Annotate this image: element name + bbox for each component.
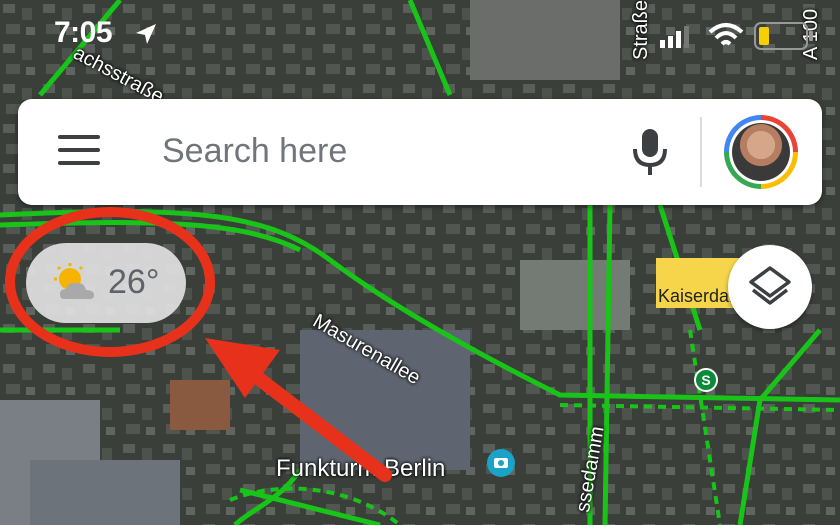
wifi-icon <box>708 23 744 46</box>
status-time: 7:05 <box>54 16 113 49</box>
divider <box>700 117 702 187</box>
search-input[interactable]: Search here <box>162 132 347 171</box>
microphone-icon[interactable] <box>630 127 670 177</box>
weather-chip[interactable]: 26° <box>26 243 186 323</box>
partly-sunny-icon <box>54 263 94 299</box>
location-arrow-icon <box>136 24 156 44</box>
battery-icon <box>754 22 813 50</box>
station-badge: S <box>701 372 710 388</box>
profile-photo <box>732 123 790 181</box>
menu-icon[interactable] <box>58 135 100 167</box>
search-bar[interactable]: Search here <box>18 99 822 205</box>
layers-button[interactable] <box>728 245 812 329</box>
status-bar: 7:05 <box>0 14 840 54</box>
station-icon[interactable]: S <box>694 368 718 392</box>
avatar[interactable] <box>724 115 798 189</box>
cellular-signal-icon <box>660 26 689 48</box>
camera-icon[interactable] <box>486 448 516 478</box>
place-label[interactable]: Funkturm Berlin <box>276 455 445 483</box>
layers-icon <box>749 266 791 305</box>
temperature-label: 26° <box>108 263 160 301</box>
